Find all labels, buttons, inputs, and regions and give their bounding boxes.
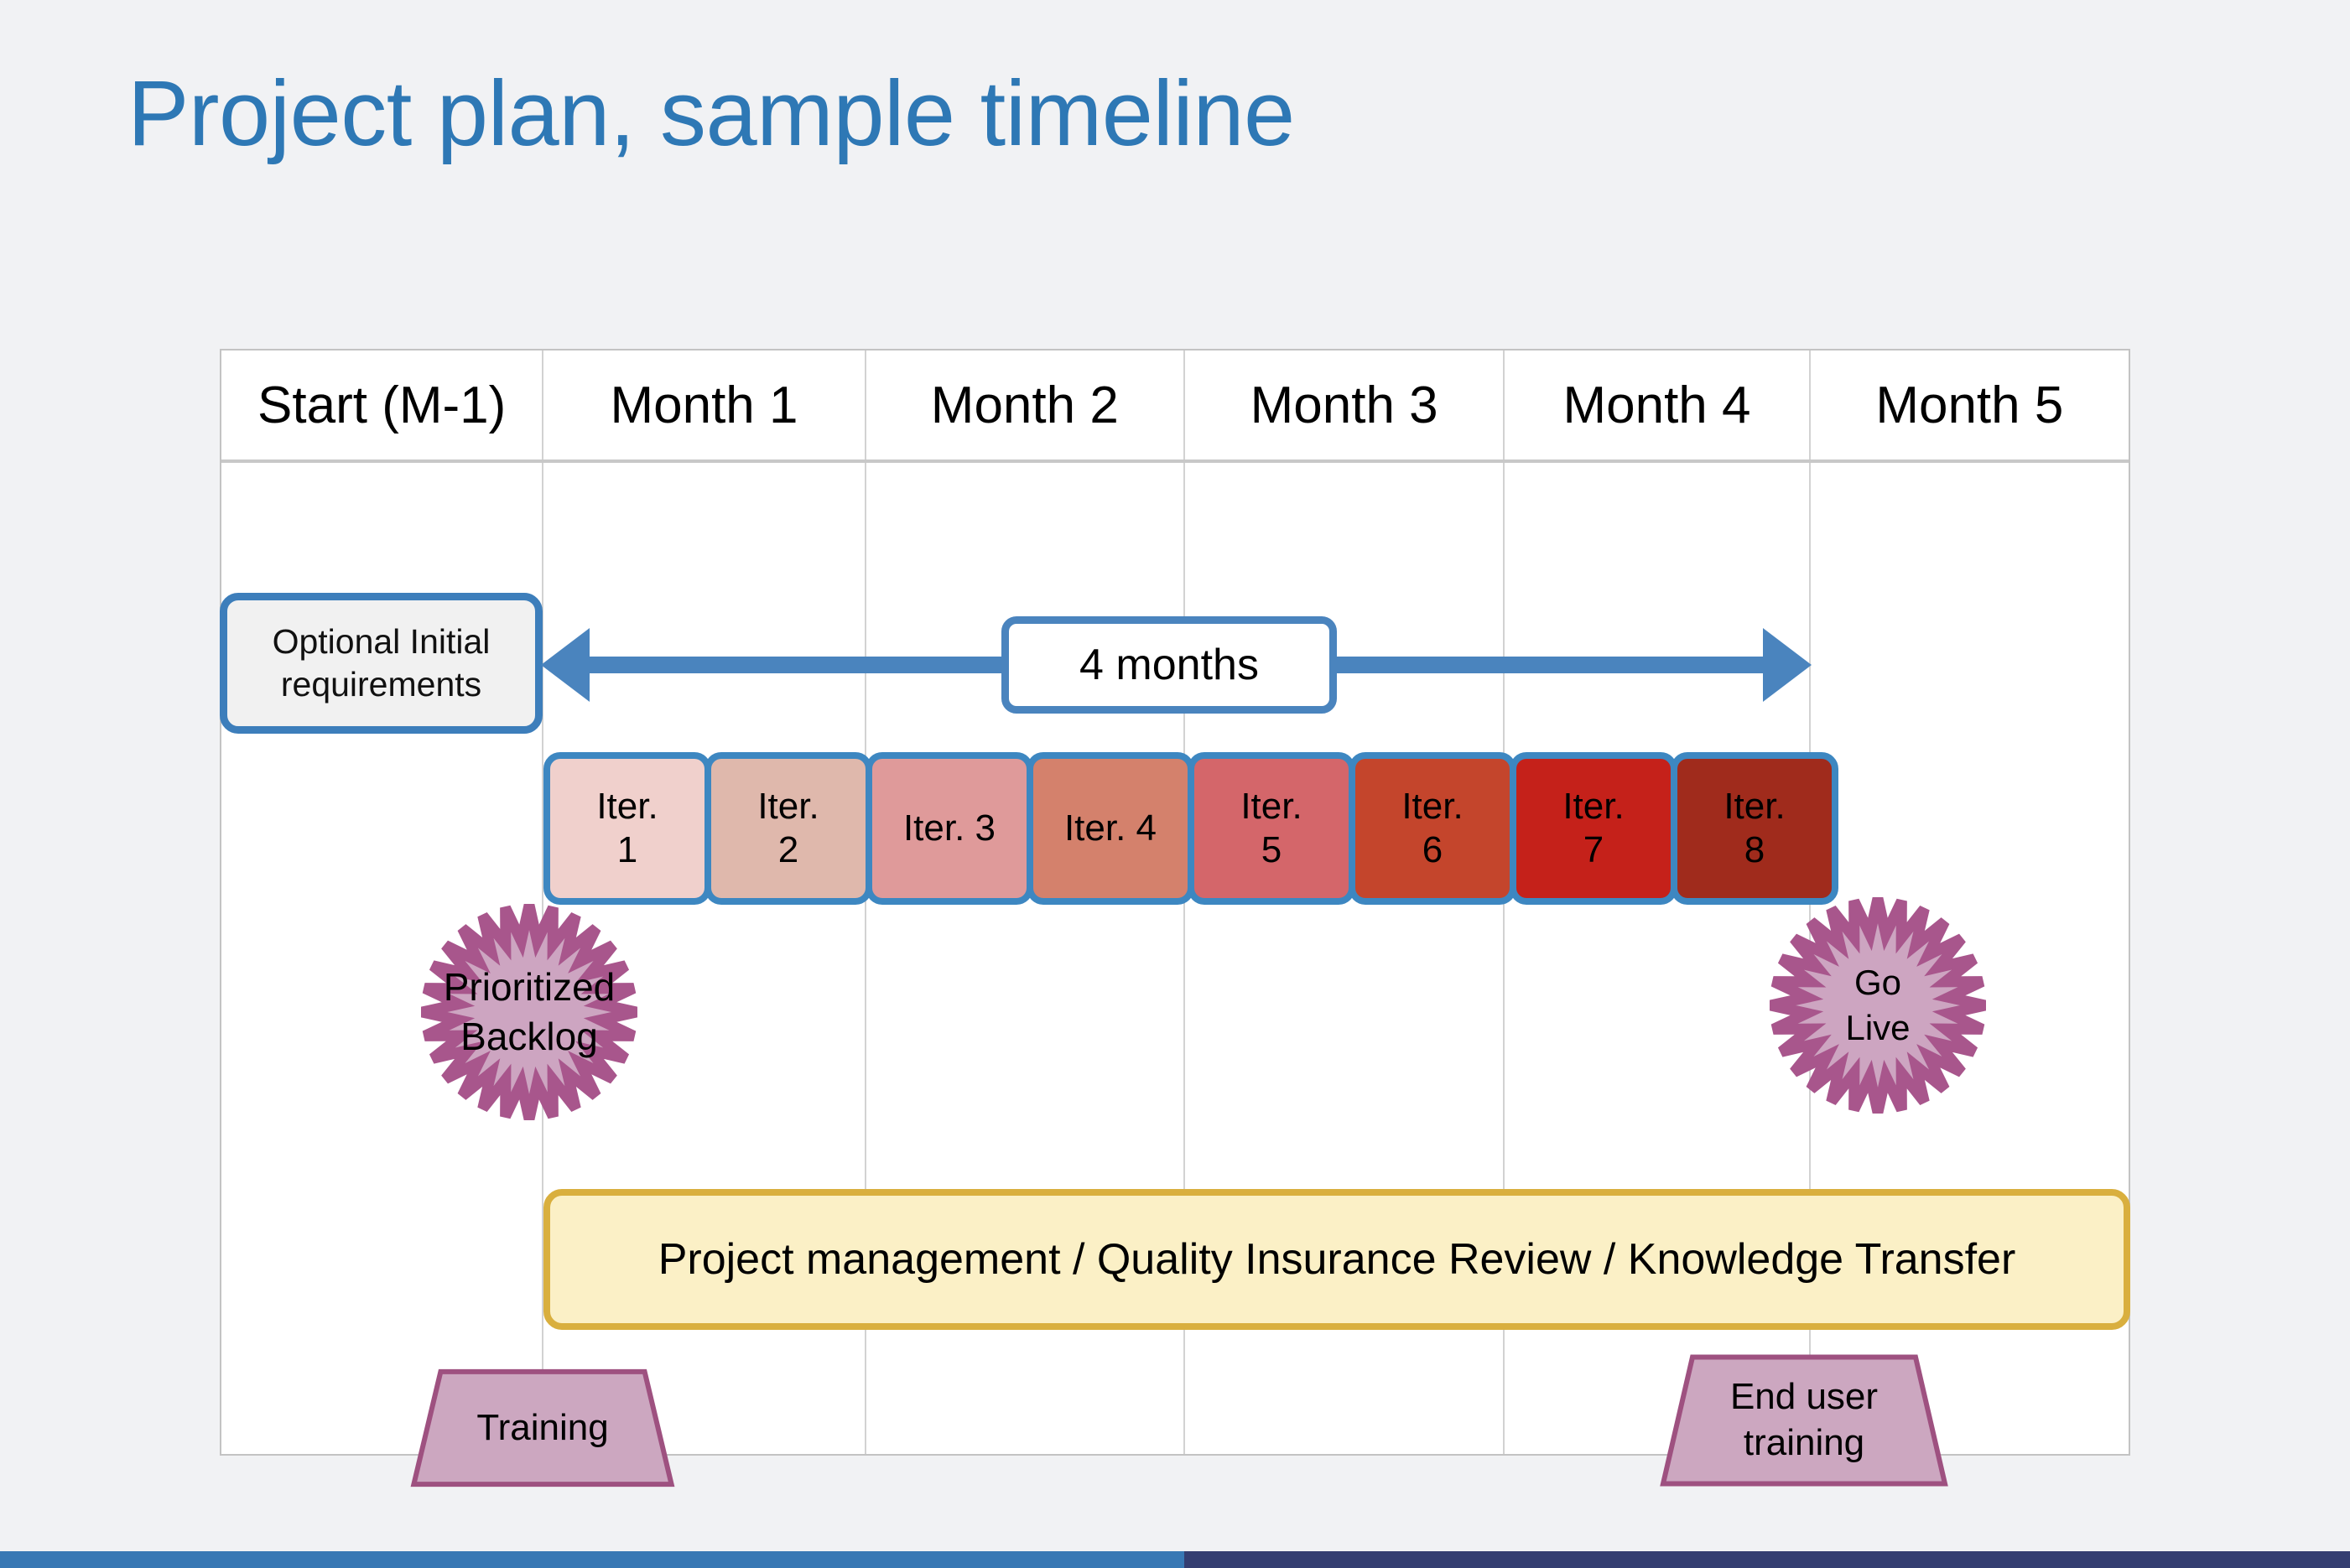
- go-live-line-1: Go: [1853, 963, 1902, 1003]
- footer-bar-right-segment: [1184, 1551, 2350, 1568]
- go-live-line-2: Live: [1845, 1008, 1911, 1047]
- page-title: Project plan, sample timeline: [127, 62, 1295, 165]
- iteration-5-line-1: Iter.: [1240, 786, 1302, 828]
- training-line-1: Training: [476, 1406, 609, 1448]
- milestone-go-live-label: Go Live: [1770, 897, 1986, 1114]
- iteration-box-5: Iter. 5: [1188, 752, 1355, 905]
- iteration-box-7: Iter. 7: [1510, 752, 1677, 905]
- end-user-line-2: training: [1743, 1422, 1865, 1463]
- iteration-box-2: Iter. 2: [704, 752, 872, 905]
- end-user-training-label: End user training: [1657, 1352, 1951, 1489]
- column-header-month-2: Month 2: [866, 350, 1185, 459]
- backlog-line-1: Prioritized: [443, 965, 616, 1010]
- iteration-label-7: Iter. 7: [1562, 785, 1624, 872]
- timeline-header-row: Start (M-1) Month 1 Month 2 Month 3 Mont…: [221, 350, 2129, 463]
- requirements-line-2: requirements: [280, 665, 482, 704]
- iteration-box-4: Iter. 4: [1027, 752, 1194, 905]
- iteration-label-6: Iter. 6: [1401, 785, 1463, 872]
- iteration-7-line-2: 7: [1583, 829, 1604, 870]
- training-milestone: Training: [408, 1367, 677, 1489]
- column-header-start: Start (M-1): [221, 350, 544, 459]
- iteration-7-line-1: Iter.: [1562, 786, 1625, 828]
- iteration-8-line-2: 8: [1744, 829, 1765, 870]
- column-header-month-4: Month 4: [1505, 350, 1811, 459]
- requirements-line-1: Optional Initial: [272, 621, 491, 661]
- iteration-2-line-2: 2: [777, 829, 799, 870]
- iteration-label-5: Iter. 5: [1240, 785, 1302, 872]
- iteration-label-1: Iter. 1: [596, 785, 658, 872]
- footer-bar: [0, 1551, 2350, 1568]
- training-label: Training: [408, 1367, 677, 1489]
- iteration-label-3: Iter. 3: [902, 807, 996, 849]
- column-header-month-1: Month 1: [543, 350, 866, 459]
- iteration-label-8: Iter. 8: [1724, 785, 1785, 872]
- iteration-5-line-2: 5: [1261, 829, 1282, 870]
- duration-arrow-left-head-icon: [541, 628, 590, 702]
- iteration-box-3: Iter. 3: [866, 752, 1033, 905]
- iteration-2-line-1: Iter.: [757, 786, 819, 828]
- footer-bar-left-segment: [0, 1551, 1184, 1568]
- column-header-month-5: Month 5: [1875, 376, 2064, 434]
- iteration-8-line-1: Iter.: [1724, 786, 1786, 828]
- duration-label: 4 months: [1001, 616, 1337, 714]
- iteration-box-6: Iter. 6: [1349, 752, 1516, 905]
- iteration-label-4: Iter. 4: [1063, 807, 1157, 849]
- project-management-banner: Project management / Quality Insurance R…: [543, 1189, 2130, 1330]
- iteration-1-line-2: 1: [616, 829, 638, 870]
- milestone-backlog-label: Prioritized Backlog: [387, 904, 671, 1120]
- iteration-6-line-2: 6: [1422, 829, 1443, 870]
- end-user-line-1: End user: [1729, 1376, 1879, 1418]
- optional-initial-requirements-box: Optional Initial requirements: [220, 593, 543, 734]
- iteration-label-2: Iter. 2: [757, 785, 819, 872]
- milestone-go-live: Go Live: [1770, 897, 1986, 1114]
- iteration-box-1: Iter. 1: [543, 752, 711, 905]
- milestone-prioritized-backlog: Prioritized Backlog: [421, 904, 637, 1120]
- end-user-training-milestone: End user training: [1657, 1352, 1951, 1489]
- backlog-line-2: Backlog: [460, 1015, 598, 1058]
- iteration-box-8: Iter. 8: [1671, 752, 1838, 905]
- iteration-6-line-1: Iter.: [1401, 786, 1464, 828]
- column-header-month-3: Month 3: [1185, 350, 1505, 459]
- duration-arrow-right-head-icon: [1763, 628, 1812, 702]
- iteration-1-line-1: Iter.: [596, 786, 658, 828]
